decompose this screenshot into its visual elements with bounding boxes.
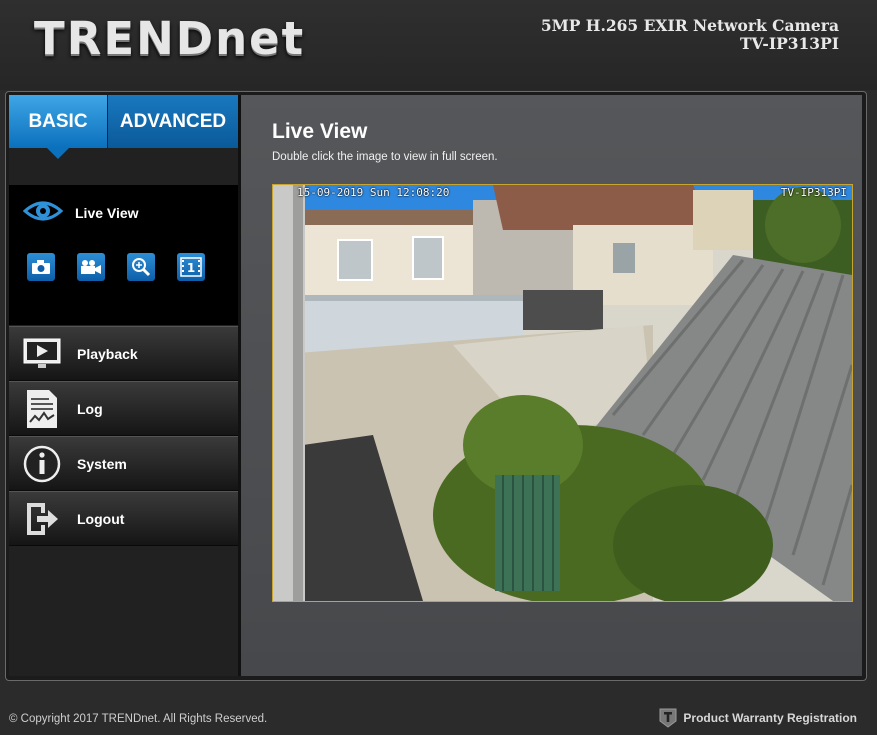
playback-icon: [22, 334, 62, 374]
live-view-tools: 1: [27, 253, 205, 281]
sidebar-item-log[interactable]: Log: [9, 381, 238, 436]
info-icon: [22, 444, 62, 484]
header: TRENDnet 5MP H.265 EXIR Network Camera T…: [0, 0, 877, 90]
sidebar-item-live-view[interactable]: Live View: [22, 198, 139, 229]
zoom-icon[interactable]: [127, 253, 155, 281]
warranty-registration-link[interactable]: Product Warranty Registration: [659, 708, 857, 728]
tab-advanced[interactable]: ADVANCED: [108, 95, 238, 148]
svg-text:1: 1: [187, 261, 195, 275]
camera-scene-image: [273, 185, 852, 601]
model-number: TV-IP313PI: [739, 34, 839, 53]
osd-camera-name: TV-IP313PI: [780, 186, 847, 199]
model-info: 5MP H.265 EXIR Network Camera TV-IP313PI: [541, 17, 839, 53]
sidebar: BASIC ADVANCED Live View 1 Playback Log …: [9, 95, 248, 676]
playback-label: Playback: [77, 345, 138, 362]
trendnet-t-icon: [659, 708, 677, 728]
system-label: System: [77, 455, 127, 472]
sidebar-item-logout[interactable]: Logout: [9, 491, 238, 546]
trendnet-logo: TRENDnet: [34, 12, 306, 65]
logout-label: Logout: [77, 510, 125, 527]
sidebar-item-system[interactable]: System: [9, 436, 238, 491]
log-label: Log: [77, 400, 103, 417]
camera-icon[interactable]: [27, 253, 55, 281]
copyright-text: © Copyright 2017 TRENDnet. All Rights Re…: [9, 713, 268, 725]
eye-icon: [22, 198, 64, 229]
page-title: Live View: [272, 120, 368, 143]
page-instructions: Double click the image to view in full s…: [272, 151, 498, 163]
video-camera-icon[interactable]: [77, 253, 105, 281]
tab-basic[interactable]: BASIC: [9, 95, 107, 159]
osd-timestamp: 15-09-2019 Sun 12:08:20: [297, 186, 450, 199]
live-video-feed[interactable]: 15-09-2019 Sun 12:08:20 TV-IP313PI: [272, 184, 853, 602]
warranty-label: Product Warranty Registration: [683, 711, 857, 725]
main-content: Live View Double click the image to view…: [241, 95, 862, 676]
tab-bar: BASIC ADVANCED: [9, 95, 238, 159]
logout-icon: [22, 499, 62, 539]
log-icon: [22, 389, 62, 429]
live-view-label: Live View: [75, 205, 139, 221]
single-view-icon[interactable]: 1: [177, 253, 205, 281]
sidebar-item-playback[interactable]: Playback: [9, 326, 238, 381]
product-line: 5MP H.265 EXIR Network Camera: [540, 16, 839, 35]
